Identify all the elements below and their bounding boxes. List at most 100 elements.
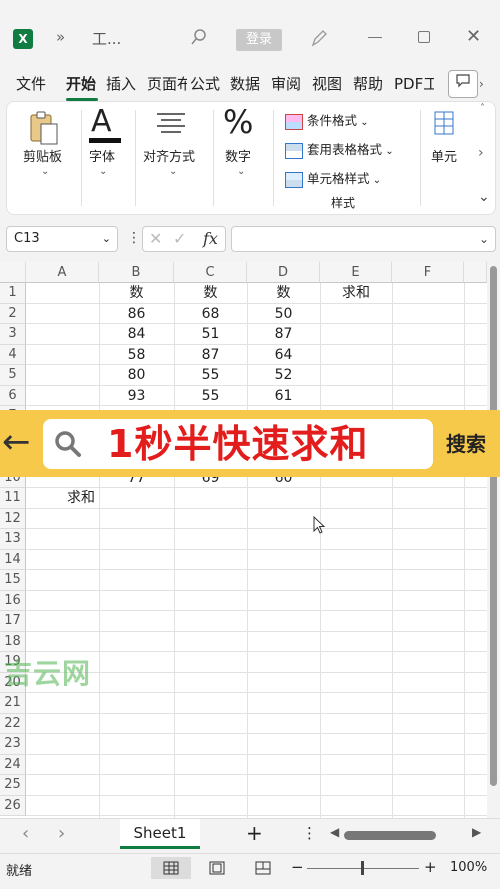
- cell-c5[interactable]: 55: [174, 365, 247, 386]
- row-header-12[interactable]: 12: [0, 508, 26, 529]
- zoom-in-button[interactable]: +: [424, 858, 437, 876]
- cell-b2[interactable]: 86: [99, 304, 174, 325]
- zoom-level[interactable]: 100%: [450, 860, 487, 875]
- close-icon[interactable]: ✕: [466, 26, 481, 47]
- row-header-16[interactable]: 16: [0, 590, 26, 611]
- add-sheet-button[interactable]: +: [246, 821, 263, 845]
- cells-group[interactable]: 单元: [425, 102, 461, 214]
- cell-c4[interactable]: 87: [174, 345, 247, 366]
- tab-view[interactable]: 视图: [312, 72, 342, 96]
- row-header-18[interactable]: 18: [0, 631, 26, 652]
- sheet-menu-icon[interactable]: ⋮: [302, 824, 317, 842]
- tab-file[interactable]: 文件: [16, 72, 46, 96]
- column-header-b[interactable]: B: [99, 262, 174, 283]
- row-header-21[interactable]: 21: [0, 693, 26, 714]
- cell-b1[interactable]: 数: [99, 283, 174, 304]
- vertical-scrollbar[interactable]: [488, 262, 500, 818]
- row-header-22[interactable]: 22: [0, 713, 26, 734]
- row-header-4[interactable]: 4: [0, 344, 26, 365]
- cell-a11[interactable]: 求和: [26, 488, 136, 509]
- expand-formula-icon[interactable]: ⌄: [479, 227, 489, 251]
- spreadsheet-grid[interactable]: A B C D E F 1234567891011121314151617181…: [0, 262, 487, 818]
- cell-c1[interactable]: 数: [174, 283, 247, 304]
- cell-d4[interactable]: 64: [247, 345, 320, 366]
- chevron-down-icon[interactable]: ⌄: [478, 189, 490, 205]
- column-header-d[interactable]: D: [247, 262, 320, 283]
- scroll-right-icon[interactable]: ▶: [472, 825, 481, 839]
- tab-data[interactable]: 数据: [230, 72, 260, 96]
- cell-d3[interactable]: 87: [247, 324, 320, 345]
- cancel-icon[interactable]: ✕: [149, 227, 162, 251]
- tab-formulas[interactable]: 公式: [190, 72, 220, 96]
- row-header-1[interactable]: 1: [0, 283, 26, 304]
- row-header-17[interactable]: 17: [0, 611, 26, 632]
- cell-c2[interactable]: 68: [174, 304, 247, 325]
- maximize-icon[interactable]: [418, 31, 430, 43]
- cell-e1[interactable]: 求和: [320, 283, 392, 304]
- comment-button[interactable]: [448, 70, 478, 98]
- tab-help[interactable]: 帮助: [353, 72, 383, 96]
- row-header-5[interactable]: 5: [0, 365, 26, 386]
- search-button[interactable]: 搜索: [446, 428, 486, 457]
- tab-home[interactable]: 开始: [66, 72, 96, 96]
- prev-sheet-icon[interactable]: ‹: [22, 823, 29, 844]
- cell-d6[interactable]: 61: [247, 386, 320, 407]
- vertical-scroll-thumb[interactable]: [490, 266, 497, 786]
- tab-review[interactable]: 审阅: [271, 72, 301, 96]
- cell-styles-button[interactable]: 单元格样式 ⌄: [285, 168, 381, 188]
- page-break-view-button[interactable]: [243, 857, 283, 879]
- column-header-f[interactable]: F: [392, 262, 464, 283]
- cell-d2[interactable]: 50: [247, 304, 320, 325]
- next-sheet-icon[interactable]: ›: [58, 823, 65, 844]
- font-group[interactable]: A 字体 ⌄: [85, 102, 131, 214]
- column-header-e[interactable]: E: [320, 262, 392, 283]
- more-icon[interactable]: »: [56, 28, 65, 46]
- row-header-3[interactable]: 3: [0, 324, 26, 345]
- row-header-26[interactable]: 26: [0, 795, 26, 816]
- conditional-format-button[interactable]: 条件格式 ⌄: [285, 110, 369, 130]
- pen-icon[interactable]: [310, 28, 328, 52]
- row-header-15[interactable]: 15: [0, 570, 26, 591]
- zoom-out-button[interactable]: −: [291, 858, 304, 876]
- cell-b5[interactable]: 80: [99, 365, 174, 386]
- row-header-2[interactable]: 2: [0, 303, 26, 324]
- ribbon-scroll[interactable]: ˄ › ⌄: [472, 101, 496, 215]
- cell-b3[interactable]: 84: [99, 324, 174, 345]
- row-header-6[interactable]: 6: [0, 385, 26, 406]
- login-button[interactable]: 登录: [236, 29, 282, 51]
- column-header-g[interactable]: [464, 262, 487, 283]
- row-header-13[interactable]: 13: [0, 529, 26, 550]
- zoom-slider-thumb[interactable]: [361, 861, 364, 875]
- search-input[interactable]: 1秒半快速求和: [43, 419, 433, 469]
- alignment-group[interactable]: 对齐方式 ⌄: [139, 102, 209, 214]
- column-header-a[interactable]: A: [26, 262, 99, 283]
- function-icon[interactable]: fx: [203, 227, 218, 251]
- more-options-icon[interactable]: ⋮: [127, 230, 141, 246]
- table-format-button[interactable]: 套用表格格式 ⌄: [285, 139, 394, 159]
- cell-b6[interactable]: 93: [99, 386, 174, 407]
- number-group[interactable]: % 数字 ⌄: [217, 102, 267, 214]
- cell-c3[interactable]: 51: [174, 324, 247, 345]
- formula-input[interactable]: ⌄: [231, 226, 496, 252]
- row-header-23[interactable]: 23: [0, 734, 26, 755]
- search-icon[interactable]: [190, 28, 208, 50]
- tab-pdf[interactable]: PDF工: [394, 72, 434, 96]
- ribbon-next-icon[interactable]: ›: [478, 145, 484, 161]
- clipboard-group[interactable]: 剪贴板 ⌄: [13, 102, 73, 214]
- row-header-24[interactable]: 24: [0, 754, 26, 775]
- tab-insert[interactable]: 插入: [106, 72, 136, 96]
- tab-page-layout[interactable]: 页面布: [147, 72, 187, 96]
- row-header-14[interactable]: 14: [0, 549, 26, 570]
- scroll-left-icon[interactable]: ◀: [330, 825, 339, 839]
- sheet-tab-sheet1[interactable]: Sheet1: [120, 819, 200, 849]
- normal-view-button[interactable]: [151, 857, 191, 879]
- select-all-corner[interactable]: [0, 262, 26, 283]
- scroll-up-icon[interactable]: ˄: [480, 103, 485, 114]
- confirm-icon[interactable]: ✓: [173, 227, 186, 251]
- column-header-c[interactable]: C: [174, 262, 247, 283]
- row-header-25[interactable]: 25: [0, 775, 26, 796]
- cell-b4[interactable]: 58: [99, 345, 174, 366]
- tab-scroll-right-icon[interactable]: ›: [479, 70, 493, 98]
- cell-d1[interactable]: 数: [247, 283, 320, 304]
- name-box[interactable]: C13 ⌄: [6, 226, 118, 252]
